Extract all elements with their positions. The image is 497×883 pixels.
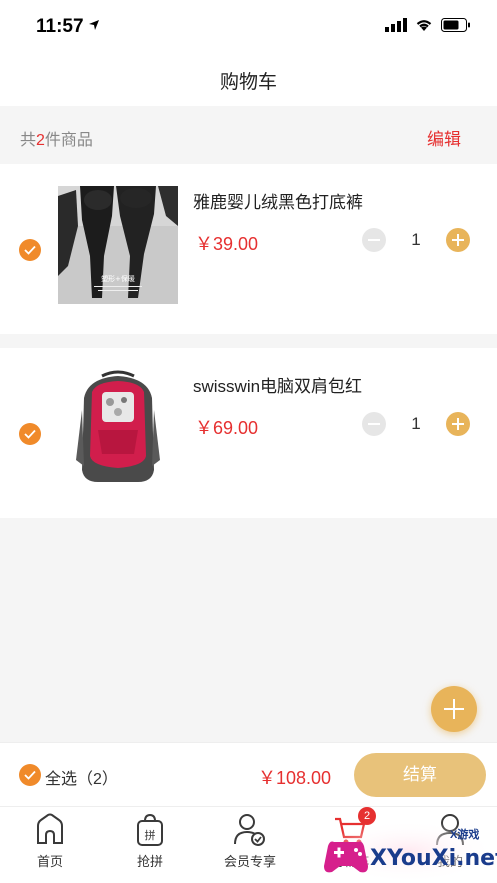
decrease-button[interactable] bbox=[362, 412, 386, 436]
tab-group-buy[interactable]: 拼 抢拼 bbox=[100, 813, 200, 870]
select-all-label[interactable]: 全选（2） bbox=[45, 765, 118, 789]
select-all-checkbox[interactable] bbox=[19, 764, 41, 786]
status-indicators bbox=[385, 18, 471, 37]
item-count-prefix: 共 bbox=[20, 132, 37, 149]
cart-item: swisswin电脑双肩包红 ￥69.00 1 bbox=[0, 348, 497, 518]
cart-item: 塑形+保暖 雅鹿婴儿绒黑色打底裤 ￥39.00 1 bbox=[0, 164, 497, 334]
item-count-suffix: 件商品 bbox=[44, 132, 93, 149]
checkout-bar: 全选（2） ￥108.00 结算 bbox=[0, 742, 497, 806]
checkout-button[interactable]: 结算 bbox=[354, 753, 486, 797]
quantity-value: 1 bbox=[411, 414, 421, 433]
cart-summary-bar: 共2件商品 编辑 bbox=[0, 106, 497, 164]
tab-member[interactable]: 会员专享 bbox=[200, 813, 300, 870]
checkmark-icon bbox=[24, 770, 36, 780]
page-title: 购物车 bbox=[219, 72, 277, 93]
battery-icon bbox=[441, 18, 471, 37]
floating-add-button[interactable] bbox=[431, 686, 477, 732]
tab-home[interactable]: 首页 bbox=[0, 813, 100, 870]
watermark-brand: XYouXi.net bbox=[370, 846, 497, 871]
increase-button[interactable] bbox=[446, 228, 470, 252]
member-icon bbox=[234, 814, 265, 846]
product-image-caption: 塑形+保暖 bbox=[101, 274, 135, 283]
location-arrow-icon bbox=[88, 18, 100, 36]
home-icon bbox=[37, 813, 63, 844]
item-checkbox[interactable] bbox=[19, 239, 41, 261]
signal-icon bbox=[385, 18, 407, 37]
total-price: ￥108.00 bbox=[258, 768, 332, 788]
group-buy-icon-text: 拼 bbox=[145, 828, 156, 842]
watermark-overlay: X游戏 XYouXi.net bbox=[318, 820, 497, 883]
tab-label: 抢拼 bbox=[136, 854, 163, 869]
tab-label: 首页 bbox=[36, 854, 63, 869]
status-time: 11:57 bbox=[36, 16, 84, 37]
product-image-leggings[interactable]: 塑形+保暖 bbox=[58, 186, 178, 304]
item-count-text: 共2件商品 bbox=[20, 126, 93, 150]
item-checkbox[interactable] bbox=[19, 423, 41, 445]
product-image-backpack[interactable] bbox=[58, 370, 178, 488]
product-name[interactable]: swisswin电脑双肩包红 bbox=[193, 372, 362, 397]
navigation-bar: 购物车 bbox=[0, 52, 497, 106]
watermark-small-text: X游戏 bbox=[450, 829, 480, 841]
checkmark-icon bbox=[24, 429, 36, 439]
product-price: ￥69.00 bbox=[195, 418, 259, 438]
edit-button[interactable]: 编辑 bbox=[427, 125, 461, 150]
group-buy-bag-icon: 拼 bbox=[137, 813, 163, 846]
quantity-value: 1 bbox=[411, 230, 421, 249]
quantity-stepper: 1 bbox=[362, 228, 470, 252]
checkmark-icon bbox=[24, 245, 36, 255]
status-bar: 11:57 bbox=[0, 0, 497, 52]
wifi-icon bbox=[415, 18, 433, 37]
tab-label: 会员专享 bbox=[223, 854, 276, 869]
product-price: ￥39.00 bbox=[195, 234, 259, 254]
decrease-button[interactable] bbox=[362, 228, 386, 252]
item-count: 2 bbox=[36, 132, 45, 149]
quantity-stepper: 1 bbox=[362, 412, 470, 436]
product-name[interactable]: 雅鹿婴儿绒黑色打底裤 bbox=[193, 188, 363, 213]
increase-button[interactable] bbox=[446, 412, 470, 436]
